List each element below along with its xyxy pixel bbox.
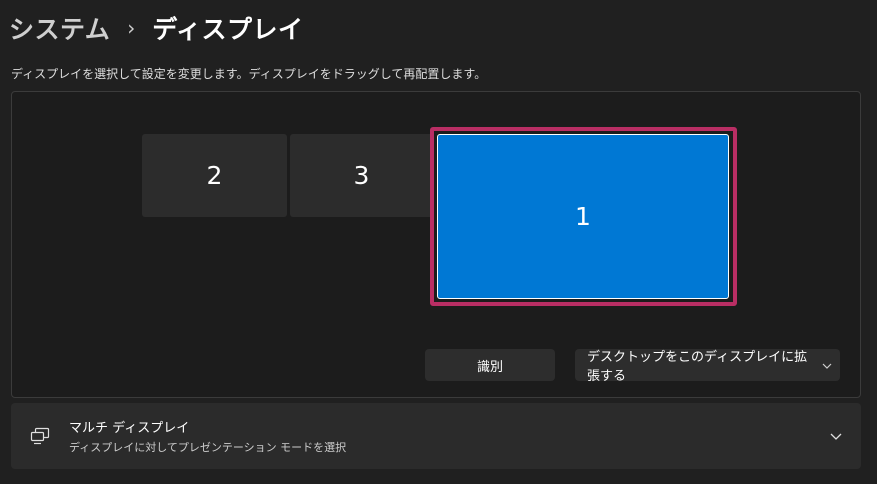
identify-button[interactable]: 識別 bbox=[425, 349, 555, 381]
monitor-2-label: 2 bbox=[206, 161, 223, 190]
multi-display-subtitle: ディスプレイに対してプレゼンテーション モードを選択 bbox=[69, 441, 347, 454]
breadcrumb-separator-icon: › bbox=[127, 16, 136, 40]
instructions-text: ディスプレイを選択して設定を変更します。ディスプレイをドラッグして再配置します。 bbox=[11, 67, 487, 81]
multi-display-title: マルチ ディスプレイ bbox=[69, 421, 190, 436]
monitor-1[interactable]: 1 bbox=[437, 134, 729, 299]
monitor-2[interactable]: 2 bbox=[142, 134, 287, 217]
identify-button-label: 識別 bbox=[476, 359, 503, 375]
chevron-down-icon bbox=[814, 359, 840, 372]
breadcrumb-system[interactable]: システム bbox=[9, 10, 110, 46]
multi-display-text: マルチ ディスプレイ ディスプレイに対してプレゼンテーション モードを選択 bbox=[69, 417, 811, 455]
display-mode-select[interactable]: デスクトップをこのディスプレイに拡張する bbox=[575, 349, 840, 384]
monitor-3[interactable]: 3 bbox=[290, 134, 433, 217]
page-title: ディスプレイ bbox=[152, 15, 304, 44]
monitor-3-label: 3 bbox=[353, 161, 370, 190]
display-arrangement-panel: 2 3 1 識別 デスクトップをこのディスプレイに拡張する bbox=[11, 91, 861, 398]
chevron-down-icon[interactable] bbox=[811, 433, 861, 440]
display-mode-select-label: デスクトップをこのディスプレイに拡張する bbox=[587, 350, 808, 384]
multi-display-card[interactable]: マルチ ディスプレイ ディスプレイに対してプレゼンテーション モードを選択 bbox=[11, 403, 861, 469]
multi-display-icon bbox=[11, 427, 69, 445]
breadcrumb: システム › ディスプレイ bbox=[9, 8, 304, 48]
monitor-1-label: 1 bbox=[575, 202, 591, 231]
